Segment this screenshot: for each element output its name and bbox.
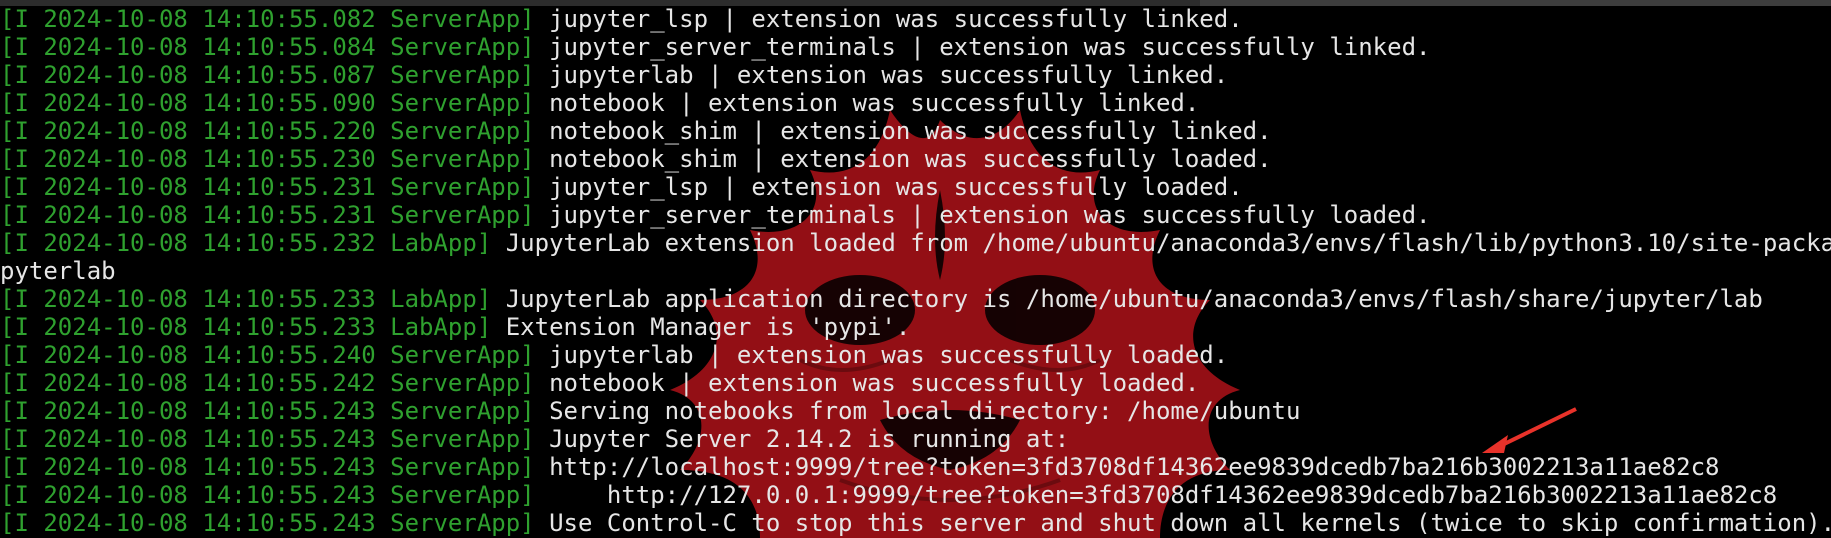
log-prefix: [I 2024-10-08 14:10:55.084 ServerApp] — [0, 33, 535, 61]
log-prefix: [I 2024-10-08 14:10:55.243 ServerApp] — [0, 425, 535, 453]
log-message: jupyter_lsp | extension was successfully… — [534, 173, 1243, 201]
log-prefix: [I 2024-10-08 14:10:55.087 ServerApp] — [0, 61, 535, 89]
log-message: jupyterlab | extension was successfully … — [534, 341, 1229, 369]
log-message: notebook_shim | extension was successful… — [534, 117, 1272, 145]
log-message: JupyterLab extension loaded from /home/u… — [491, 229, 1831, 257]
terminal-output[interactable]: [I 2024-10-08 14:10:55.082 ServerApp] ju… — [0, 5, 1831, 538]
log-prefix: [I 2024-10-08 14:10:55.082 ServerApp] — [0, 5, 535, 33]
terminal-line: [I 2024-10-08 14:10:55.231 ServerApp] ju… — [0, 173, 1831, 201]
terminal-line: [I 2024-10-08 14:10:55.243 ServerApp] Us… — [0, 509, 1831, 537]
terminal-line: [I 2024-10-08 14:10:55.242 ServerApp] no… — [0, 369, 1831, 397]
log-prefix: [I 2024-10-08 14:10:55.240 ServerApp] — [0, 341, 535, 369]
log-prefix: [I 2024-10-08 14:10:55.230 ServerApp] — [0, 145, 535, 173]
log-prefix: [I 2024-10-08 14:10:55.242 ServerApp] — [0, 369, 535, 397]
terminal-line: [I 2024-10-08 14:10:55.084 ServerApp] ju… — [0, 33, 1831, 61]
terminal-line: [I 2024-10-08 14:10:55.243 ServerApp] ht… — [0, 453, 1831, 481]
log-prefix: [I 2024-10-08 14:10:55.231 ServerApp] — [0, 173, 535, 201]
terminal-line: [I 2024-10-08 14:10:55.220 ServerApp] no… — [0, 117, 1831, 145]
log-prefix: [I 2024-10-08 14:10:55.243 ServerApp] — [0, 509, 535, 537]
terminal-line: [I 2024-10-08 14:10:55.233 LabApp] Jupyt… — [0, 285, 1831, 313]
terminal-line: [I 2024-10-08 14:10:55.230 ServerApp] no… — [0, 145, 1831, 173]
terminal-line: [I 2024-10-08 14:10:55.243 ServerApp] ht… — [0, 481, 1831, 509]
log-message: jupyter_server_terminals | extension was… — [534, 33, 1431, 61]
log-message: pyterlab — [0, 257, 116, 285]
log-prefix: [I 2024-10-08 14:10:55.220 ServerApp] — [0, 117, 535, 145]
log-prefix: [I 2024-10-08 14:10:55.231 ServerApp] — [0, 201, 535, 229]
terminal-line: [I 2024-10-08 14:10:55.082 ServerApp] ju… — [0, 5, 1831, 33]
terminal-line: [I 2024-10-08 14:10:55.233 LabApp] Exten… — [0, 313, 1831, 341]
log-message: jupyter_lsp | extension was successfully… — [534, 5, 1243, 33]
log-prefix: [I 2024-10-08 14:10:55.243 ServerApp] — [0, 397, 535, 425]
log-prefix: [I 2024-10-08 14:10:55.243 ServerApp] — [0, 481, 535, 509]
terminal-line: [I 2024-10-08 14:10:55.232 LabApp] Jupyt… — [0, 229, 1831, 257]
terminal-line: pyterlab — [0, 257, 1831, 285]
terminal-line: [I 2024-10-08 14:10:55.240 ServerApp] ju… — [0, 341, 1831, 369]
log-message: JupyterLab application directory is /hom… — [491, 285, 1763, 313]
terminal-line: [I 2024-10-08 14:10:55.087 ServerApp] ju… — [0, 61, 1831, 89]
log-message: http://127.0.0.1:9999/tree?token=3fd3708… — [534, 481, 1778, 509]
log-message: notebook | extension was successfully li… — [534, 89, 1200, 117]
log-prefix: [I 2024-10-08 14:10:55.243 ServerApp] — [0, 453, 535, 481]
log-message: notebook | extension was successfully lo… — [534, 369, 1200, 397]
log-prefix: [I 2024-10-08 14:10:55.090 ServerApp] — [0, 89, 535, 117]
log-message: jupyterlab | extension was successfully … — [534, 61, 1229, 89]
terminal-line: [I 2024-10-08 14:10:55.231 ServerApp] ju… — [0, 201, 1831, 229]
terminal-line: [I 2024-10-08 14:10:55.090 ServerApp] no… — [0, 89, 1831, 117]
log-message: Use Control-C to stop this server and sh… — [534, 509, 1831, 537]
log-message: Serving notebooks from local directory: … — [534, 397, 1301, 425]
log-prefix: [I 2024-10-08 14:10:55.233 LabApp] — [0, 313, 492, 341]
log-message: notebook_shim | extension was successful… — [534, 145, 1272, 173]
log-prefix: [I 2024-10-08 14:10:55.232 LabApp] — [0, 229, 492, 257]
annotation-arrow-icon — [1482, 407, 1577, 453]
log-message: Extension Manager is 'pypi'. — [491, 313, 911, 341]
log-message: jupyter_server_terminals | extension was… — [534, 201, 1431, 229]
log-message: http://localhost:9999/tree?token=3fd3708… — [534, 453, 1720, 481]
log-message: Jupyter Server 2.14.2 is running at: — [534, 425, 1070, 453]
log-prefix: [I 2024-10-08 14:10:55.233 LabApp] — [0, 285, 492, 313]
